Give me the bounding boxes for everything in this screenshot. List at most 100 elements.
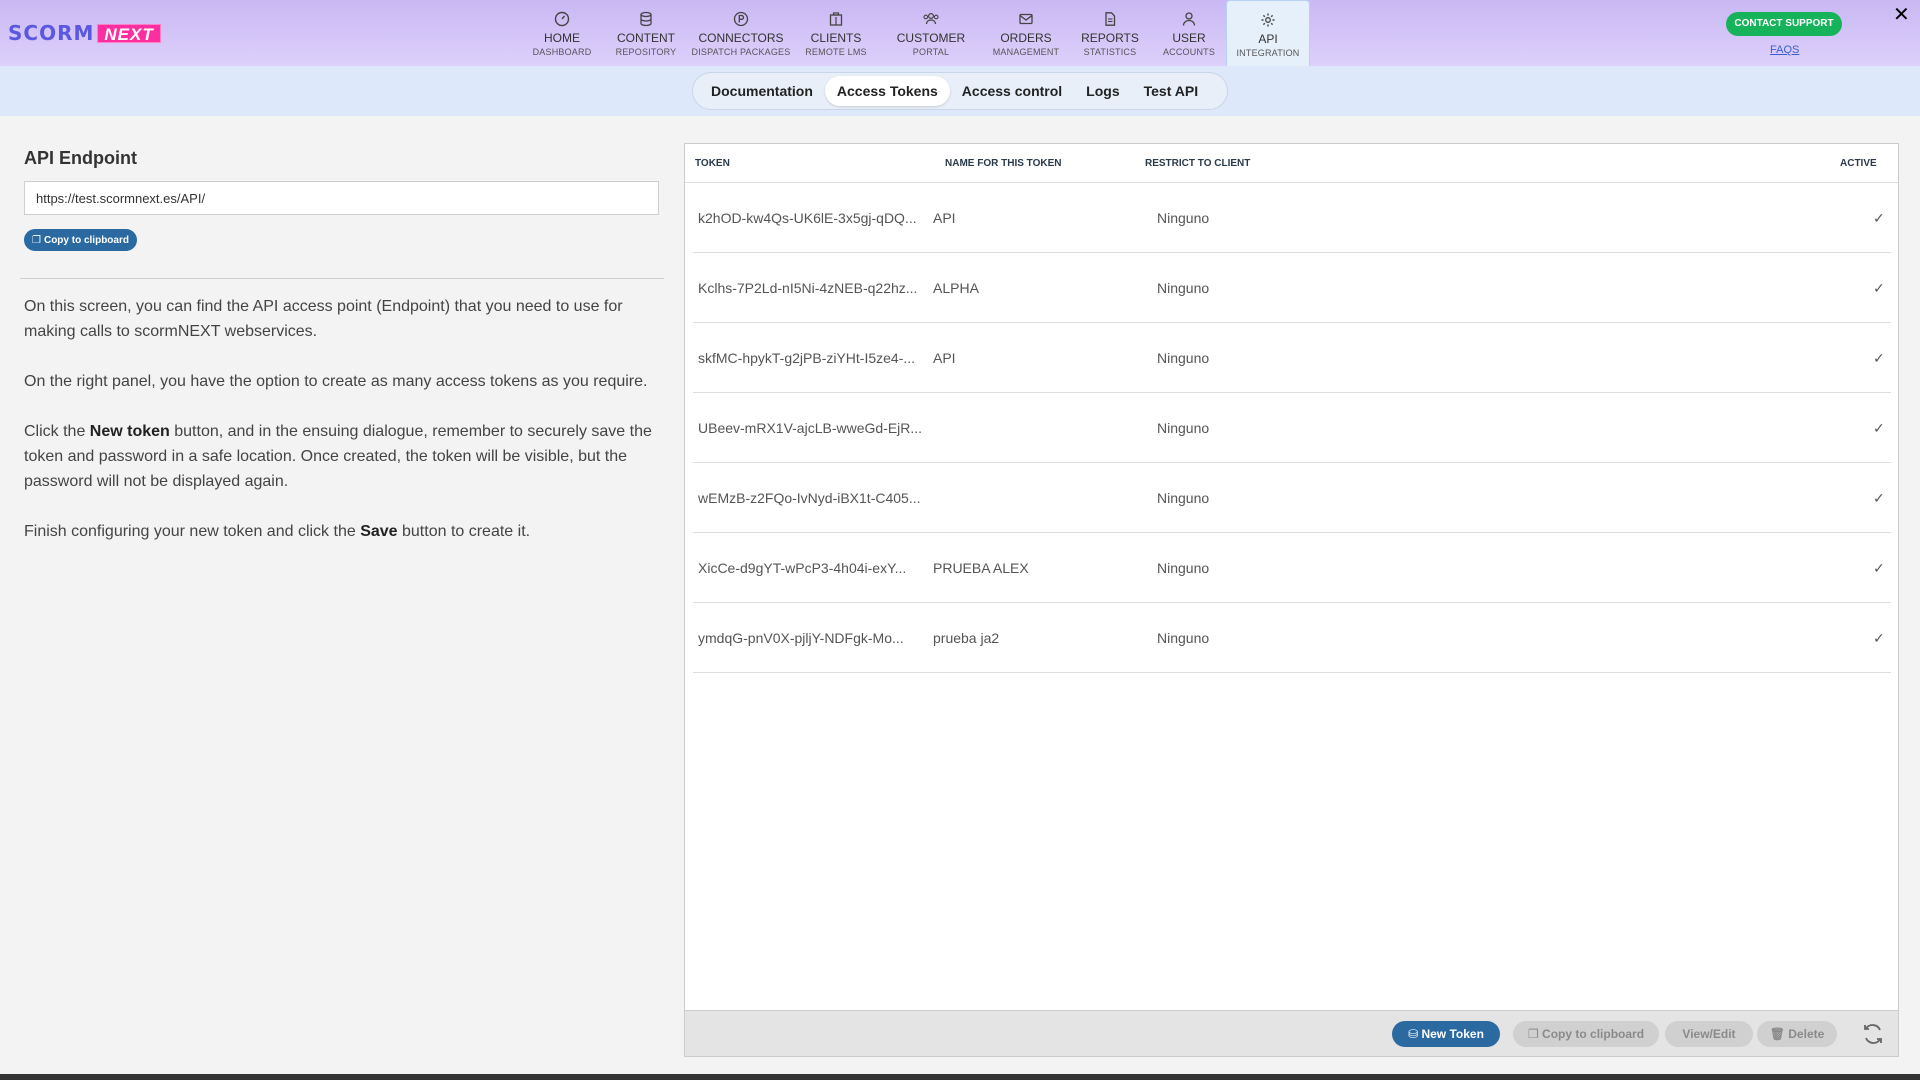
bottom-strip	[0, 1074, 1920, 1080]
active-check-icon: ✓	[1873, 560, 1885, 576]
active-check-icon: ✓	[1873, 420, 1885, 436]
nav-item-title: HOME	[544, 31, 580, 45]
nav-item-clients[interactable]: CLIENTS REMOTE LMS	[794, 0, 878, 62]
nav-item-subtitle: ACCOUNTS	[1162, 47, 1216, 57]
nav-item-subtitle: DISPATCH PACKAGES	[691, 47, 791, 57]
description-paragraph: On the right panel, you have the option …	[24, 373, 648, 390]
clipboard-icon: ❐	[32, 234, 41, 246]
description-text-span: Click the	[24, 423, 90, 440]
p-circle-icon	[732, 10, 750, 28]
table-row[interactable]: Kclhs-7P2Ld-nI5Ni-4zNEB-q22hz... ALPHA N…	[693, 253, 1891, 323]
users-icon	[922, 10, 940, 28]
building-icon	[827, 10, 845, 28]
token-cell: UBeev-mRX1V-ajcLB-wweGd-EjR...	[698, 420, 923, 436]
tab-access-control[interactable]: Access control	[950, 76, 1074, 106]
document-icon	[1101, 10, 1119, 28]
table-row[interactable]: k2hOD-kw4Qs-UK6lE-3x5gj-qDQ... API Ningu…	[693, 183, 1891, 253]
token-cell: skfMC-hpykT-g2jPB-ziYHt-I5ze4-...	[698, 350, 916, 366]
table-row[interactable]: ymdqG-pnV0X-pjljY-NDFgk-Mo... prueba ja2…	[693, 603, 1891, 673]
tab-documentation[interactable]: Documentation	[699, 76, 825, 106]
tab-logs[interactable]: Logs	[1074, 76, 1131, 106]
new-token-button[interactable]: ⛁ New Token	[1392, 1021, 1500, 1047]
table-toolbar: ⛁ New Token ❐ Copy to clipboard View/Edi…	[685, 1010, 1898, 1056]
envelope-icon	[1017, 10, 1035, 28]
nav-item-content[interactable]: CONTENT REPOSITORY	[604, 0, 688, 62]
gear-icon	[1259, 11, 1277, 29]
endpoint-copy-label: Copy to clipboard	[43, 234, 129, 246]
nav-item-subtitle: REMOTE LMS	[805, 47, 867, 57]
logo-next-text: NEXT	[97, 23, 161, 44]
table-row[interactable]: UBeev-mRX1V-ajcLB-wweGd-EjR... Ninguno ✓	[693, 393, 1891, 463]
description-bold: New token	[89, 423, 170, 440]
endpoint-url-field[interactable]	[24, 181, 659, 215]
nav-item-reports[interactable]: REPORTS STATISTICS	[1068, 0, 1152, 62]
table-row[interactable]: skfMC-hpykT-g2jPB-ziYHt-I5ze4-... API Ni…	[693, 323, 1891, 393]
top-header: SCORM NEXT HOME DASHBOARD CONTENT REPOSI…	[0, 0, 1920, 66]
tab-access-tokens[interactable]: Access Tokens	[824, 76, 950, 106]
close-icon[interactable]: ✕	[1893, 2, 1910, 27]
token-name-cell: prueba ja2	[933, 630, 1000, 646]
nav-item-title: API	[1258, 32, 1278, 46]
refresh-icon[interactable]	[1861, 1022, 1885, 1052]
active-check-icon: ✓	[1873, 630, 1885, 646]
token-name-cell: API	[933, 210, 956, 226]
clipboard-icon: ❐	[1527, 1027, 1543, 1041]
client-cell: Ninguno	[1157, 490, 1210, 506]
app-logo[interactable]: SCORM NEXT	[8, 21, 161, 45]
token-icon: ⛁	[1408, 1027, 1422, 1041]
nav-item-subtitle: MANAGEMENT	[992, 47, 1060, 57]
nav-item-customer[interactable]: CUSTOMER PORTAL	[878, 0, 984, 62]
main-nav: HOME DASHBOARD CONTENT REPOSITORY CONNEC…	[520, 0, 1310, 66]
nav-item-title: REPORTS	[1081, 31, 1139, 45]
nav-item-title: USER	[1172, 31, 1206, 45]
token-cell: ymdqG-pnV0X-pjljY-NDFgk-Mo...	[698, 630, 904, 646]
nav-item-subtitle: STATISTICS	[1083, 47, 1137, 57]
nav-item-orders[interactable]: ORDERS MANAGEMENT	[984, 0, 1068, 62]
nav-item-title: CUSTOMER	[896, 31, 966, 45]
description-paragraph: Click the New token button, and in the e…	[24, 419, 664, 494]
token-name-cell: ALPHA	[933, 280, 979, 296]
gauge-icon	[553, 10, 571, 28]
active-check-icon: ✓	[1873, 350, 1885, 366]
copy-token-button[interactable]: ❐ Copy to clipboard	[1513, 1021, 1659, 1047]
divider	[20, 278, 664, 279]
nav-item-api[interactable]: API INTEGRATION	[1226, 0, 1310, 66]
client-cell: Ninguno	[1157, 630, 1210, 646]
new-token-label: New Token	[1421, 1027, 1484, 1041]
description-text: On this screen, you can find the API acc…	[24, 294, 664, 569]
client-cell: Ninguno	[1157, 350, 1210, 366]
user-icon	[1180, 10, 1198, 28]
nav-item-user[interactable]: USER ACCOUNTS	[1152, 0, 1226, 62]
nav-item-subtitle: REPOSITORY	[615, 47, 677, 57]
nav-item-home[interactable]: HOME DASHBOARD	[520, 0, 604, 62]
column-header-client[interactable]: RESTRICT TO CLIENT	[1145, 158, 1250, 169]
database-icon	[637, 10, 655, 28]
tokens-panel: TOKEN NAME FOR THIS TOKEN RESTRICT TO CL…	[684, 143, 1899, 1057]
faqs-link[interactable]: FAQS	[1770, 44, 1799, 56]
client-cell: Ninguno	[1157, 280, 1210, 296]
contact-support-button[interactable]: CONTACT SUPPORT	[1726, 12, 1842, 36]
column-header-name[interactable]: NAME FOR THIS TOKEN	[945, 158, 1061, 169]
nav-item-connectors[interactable]: CONNECTORS DISPATCH PACKAGES	[688, 0, 794, 62]
table-row[interactable]: XicCe-d9gYT-wPcP3-4h04i-exY... PRUEBA AL…	[693, 533, 1891, 603]
nav-item-subtitle: PORTAL	[912, 47, 950, 57]
token-cell: wEMzB-z2FQo-IvNyd-iBX1t-C405...	[698, 490, 921, 506]
client-cell: Ninguno	[1157, 560, 1210, 576]
delete-button[interactable]: 🗑 Delete	[1757, 1021, 1837, 1047]
trash-icon: 🗑	[1769, 1027, 1789, 1041]
copy-token-label: Copy to clipboard	[1542, 1027, 1645, 1041]
tab-test-api[interactable]: Test API	[1132, 76, 1210, 106]
delete-label: Delete	[1788, 1027, 1825, 1041]
endpoint-copy-button[interactable]: ❐ Copy to clipboard	[24, 229, 137, 251]
nav-item-title: ORDERS	[1000, 31, 1052, 45]
column-header-active[interactable]: ACTIVE	[1840, 158, 1877, 169]
logo-scorm-text: SCORM	[8, 21, 95, 45]
column-header-token[interactable]: TOKEN	[695, 158, 730, 169]
description-bold: Save	[360, 523, 398, 540]
table-row[interactable]: wEMzB-z2FQo-IvNyd-iBX1t-C405... Ninguno …	[693, 463, 1891, 533]
token-cell: Kclhs-7P2Ld-nI5Ni-4zNEB-q22hz...	[698, 280, 918, 296]
nav-item-subtitle: INTEGRATION	[1236, 48, 1300, 58]
view-edit-button[interactable]: View/Edit	[1665, 1021, 1753, 1047]
table-header: TOKEN NAME FOR THIS TOKEN RESTRICT TO CL…	[685, 144, 1898, 183]
token-cell: XicCe-d9gYT-wPcP3-4h04i-exY...	[698, 560, 907, 576]
